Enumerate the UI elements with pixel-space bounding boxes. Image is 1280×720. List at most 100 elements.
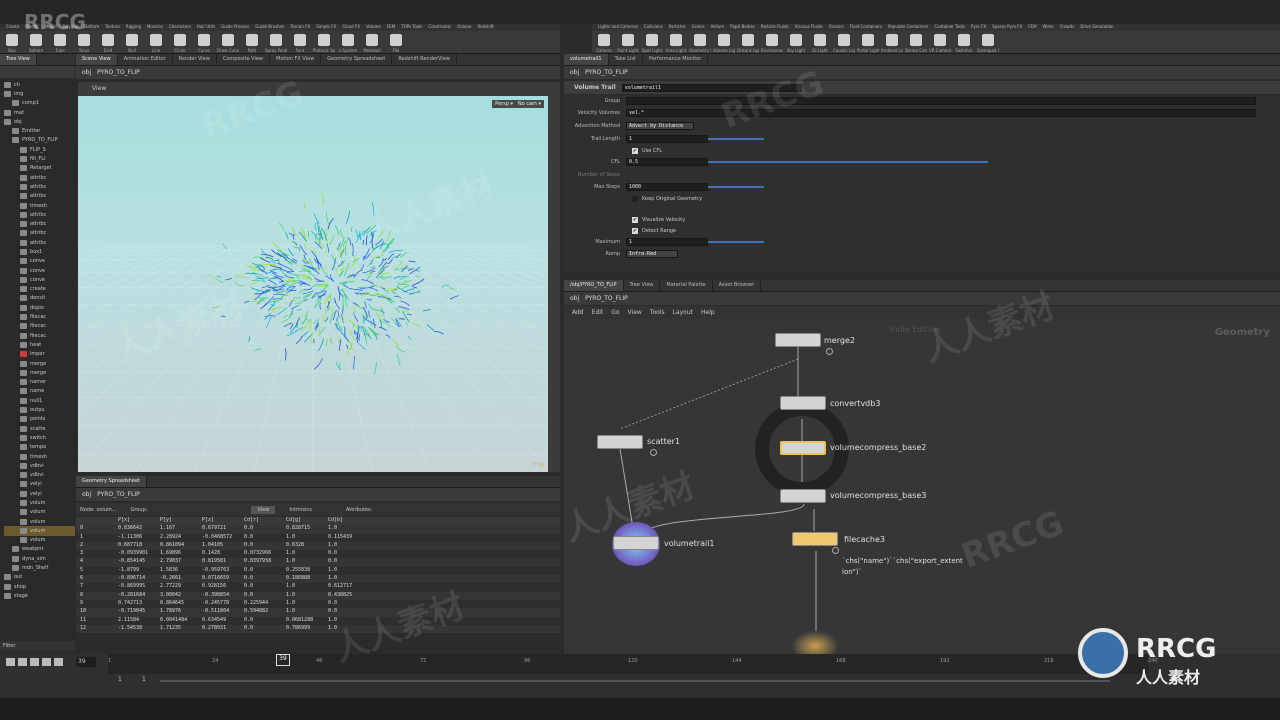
shelf-tab[interactable]: Characters [169, 24, 191, 31]
step-back-icon[interactable] [18, 658, 27, 666]
shelf-tool-button[interactable]: Metaball [362, 31, 382, 53]
node-merge2[interactable] [775, 333, 821, 347]
panel-tab[interactable]: Redshift RenderView [392, 54, 457, 65]
tree-item[interactable]: attribc [4, 238, 75, 247]
table-row[interactable]: 0 0.836642 1.167 0.679721 0.0 0.828715 1.0 [76, 525, 560, 534]
node-flag-dot[interactable] [826, 348, 833, 355]
tree-item[interactable]: conve [4, 275, 75, 284]
persp-button[interactable]: Persp ▾ [492, 100, 516, 108]
panel-tab[interactable]: Geometry Spreadsheet [321, 54, 393, 65]
shelf-tool-button[interactable]: Grid [98, 31, 118, 53]
column-header[interactable] [76, 517, 114, 525]
max-steps-slider[interactable] [708, 186, 764, 188]
tree-item[interactable]: points [4, 415, 75, 424]
tree-item[interactable]: velyi [4, 480, 75, 489]
shelf-tab[interactable]: Cloud FX [342, 24, 360, 31]
shelf-tab[interactable]: Viscous Fluids [795, 24, 823, 31]
network-editor[interactable]: Geometry Indie Edition merge2 convertvdb… [564, 319, 1280, 654]
max-steps-field[interactable]: 1000 [626, 183, 708, 191]
tree-item[interactable]: obj [4, 117, 75, 126]
panel-tab[interactable]: Tree View [624, 280, 661, 291]
shelf-tab[interactable]: Drive Simulation [1080, 24, 1113, 31]
tree-item[interactable]: comp1 [4, 99, 75, 108]
tree-item[interactable]: ch [4, 80, 75, 89]
tree-item[interactable]: name [4, 387, 75, 396]
tree-item[interactable]: weakpnt [4, 545, 75, 554]
network-menu-item[interactable]: Tools [650, 309, 665, 316]
shelf-tool-button[interactable]: Caustic Light [833, 31, 855, 53]
path-root[interactable]: obj [570, 69, 579, 76]
path-root[interactable]: obj [82, 491, 91, 498]
table-row[interactable]: 2 0.687718 0.861094 1.04105 0.0 0.6328 1.0 [76, 541, 560, 551]
node-volumetrail1[interactable] [613, 536, 659, 550]
tree-item[interactable]: scatte [4, 424, 75, 433]
table-row[interactable]: 3 -0.0939901 1.69896 0.1428 0.0732966 1.0 0.0 [76, 550, 560, 559]
shelf-tab[interactable]: Container Tools [934, 24, 965, 31]
network-menu-item[interactable]: Add [572, 309, 584, 316]
network-menu-item[interactable]: Edit [592, 309, 604, 316]
shelf-tab[interactable]: Guide Process [221, 24, 249, 31]
scene-viewport[interactable]: Persp ▾ No cam ▾ Y Up [78, 96, 548, 472]
table-row[interactable]: 11 2.11584 0.0041484 0.634549 0.0 0.0681288 1.… [76, 616, 560, 625]
tree-item[interactable]: volum [4, 517, 75, 526]
node-bottom-partial[interactable] [792, 631, 838, 654]
panel-tab[interactable]: Performance Monitor [643, 54, 709, 65]
maximum-slider[interactable] [708, 241, 764, 243]
shelf-tool-button[interactable]: Sky Light [786, 31, 806, 53]
shelf-tool-button[interactable]: Sphere [26, 31, 46, 53]
network-menu-item[interactable]: View [628, 309, 642, 316]
play-icon[interactable] [42, 658, 51, 666]
shelf-tab[interactable]: Hair Utils [197, 24, 215, 31]
tree-item[interactable]: attribc [4, 219, 75, 228]
shelf-tab[interactable]: Constraints [428, 24, 451, 31]
tree-item[interactable]: dyna_sim [4, 554, 75, 563]
shelf-tab[interactable]: Create [6, 24, 19, 31]
column-header[interactable]: P[y] [156, 517, 198, 525]
tree-item[interactable]: PYRO_TO_FLIP [4, 136, 75, 145]
table-row[interactable]: 1 -1.11306 2.28924 -0.0468572 0.0 1.0 0.115439 [76, 533, 560, 542]
cfl-slider[interactable] [708, 161, 988, 163]
tree-item[interactable]: attribc [4, 192, 75, 201]
shelf-tab[interactable]: Vellum [711, 24, 725, 31]
group-field[interactable] [626, 97, 1256, 105]
shelf-tool-button[interactable]: GI Light [810, 31, 830, 53]
table-row[interactable]: 6 -0.896714 -0.2661 0.0716659 0.0 0.186888 1.0 [76, 575, 560, 584]
ramp-dropdown[interactable]: Infra-Red [626, 250, 678, 258]
node-name-field[interactable]: volumetrail1 [621, 83, 802, 92]
shelf-tab[interactable]: TOPs Tools [401, 24, 422, 31]
node-convertvdb3[interactable] [780, 396, 826, 410]
panel-tab[interactable]: volumetrail1 [564, 54, 609, 65]
shelf-tool-button[interactable]: Portal Light [857, 31, 879, 53]
tree-item[interactable]: vdbvi [4, 470, 75, 479]
panel-tab[interactable]: Composite View [217, 54, 270, 65]
panel-tab[interactable]: Motion FX View [270, 54, 322, 65]
column-header[interactable]: P[x] [114, 517, 156, 525]
use-cfl-checkbox[interactable]: ✔ [632, 148, 638, 154]
panel-tab[interactable]: Material Palette [660, 280, 713, 291]
range-slider[interactable] [160, 680, 1110, 682]
shelf-tool-button[interactable]: Font [290, 31, 310, 53]
tree-item[interactable]: volum [4, 508, 75, 517]
shelf-tool-button[interactable]: Curve [194, 31, 214, 53]
panel-tab[interactable]: Render View [173, 54, 217, 65]
shelf-tab[interactable]: Deform [84, 24, 99, 31]
shelf-tab[interactable]: Wires [1043, 24, 1054, 31]
shelf-tab[interactable]: Fluid Containers [850, 24, 883, 31]
shelf-tool-button[interactable]: Gamepad Camera [977, 31, 999, 53]
tree-item[interactable]: conve [4, 266, 75, 275]
table-row[interactable]: 5 -1.8799 1.5836 -0.959763 0.0 0.255838 1.0 [76, 566, 560, 576]
shelf-tool-button[interactable]: Draw Curve [217, 31, 239, 53]
timeline-ruler[interactable]: 1 24 48 72 96 120 144 168 192 216 240 [108, 654, 1158, 674]
panel-tab[interactable]: /obj/PYRO_TO_FLIP [564, 280, 624, 291]
tree-item[interactable]: switch [4, 433, 75, 442]
timeline-cursor[interactable]: 39 [276, 654, 290, 666]
shelf-tab[interactable]: Redshift [478, 24, 494, 31]
shelf-tab[interactable]: FEM [1028, 24, 1036, 31]
shelf-tab[interactable]: Particles [669, 24, 686, 31]
shelf-tool-button[interactable]: Spot Light [642, 31, 662, 53]
shelf-tool-button[interactable]: Stereo Camera [905, 31, 927, 53]
path-node[interactable]: PYRO_TO_FLIP [585, 69, 628, 76]
tree-item[interactable]: volum [4, 498, 75, 507]
shelf-tool-button[interactable]: Switcher [954, 31, 974, 53]
viewport-side-toolbar[interactable] [548, 82, 560, 472]
